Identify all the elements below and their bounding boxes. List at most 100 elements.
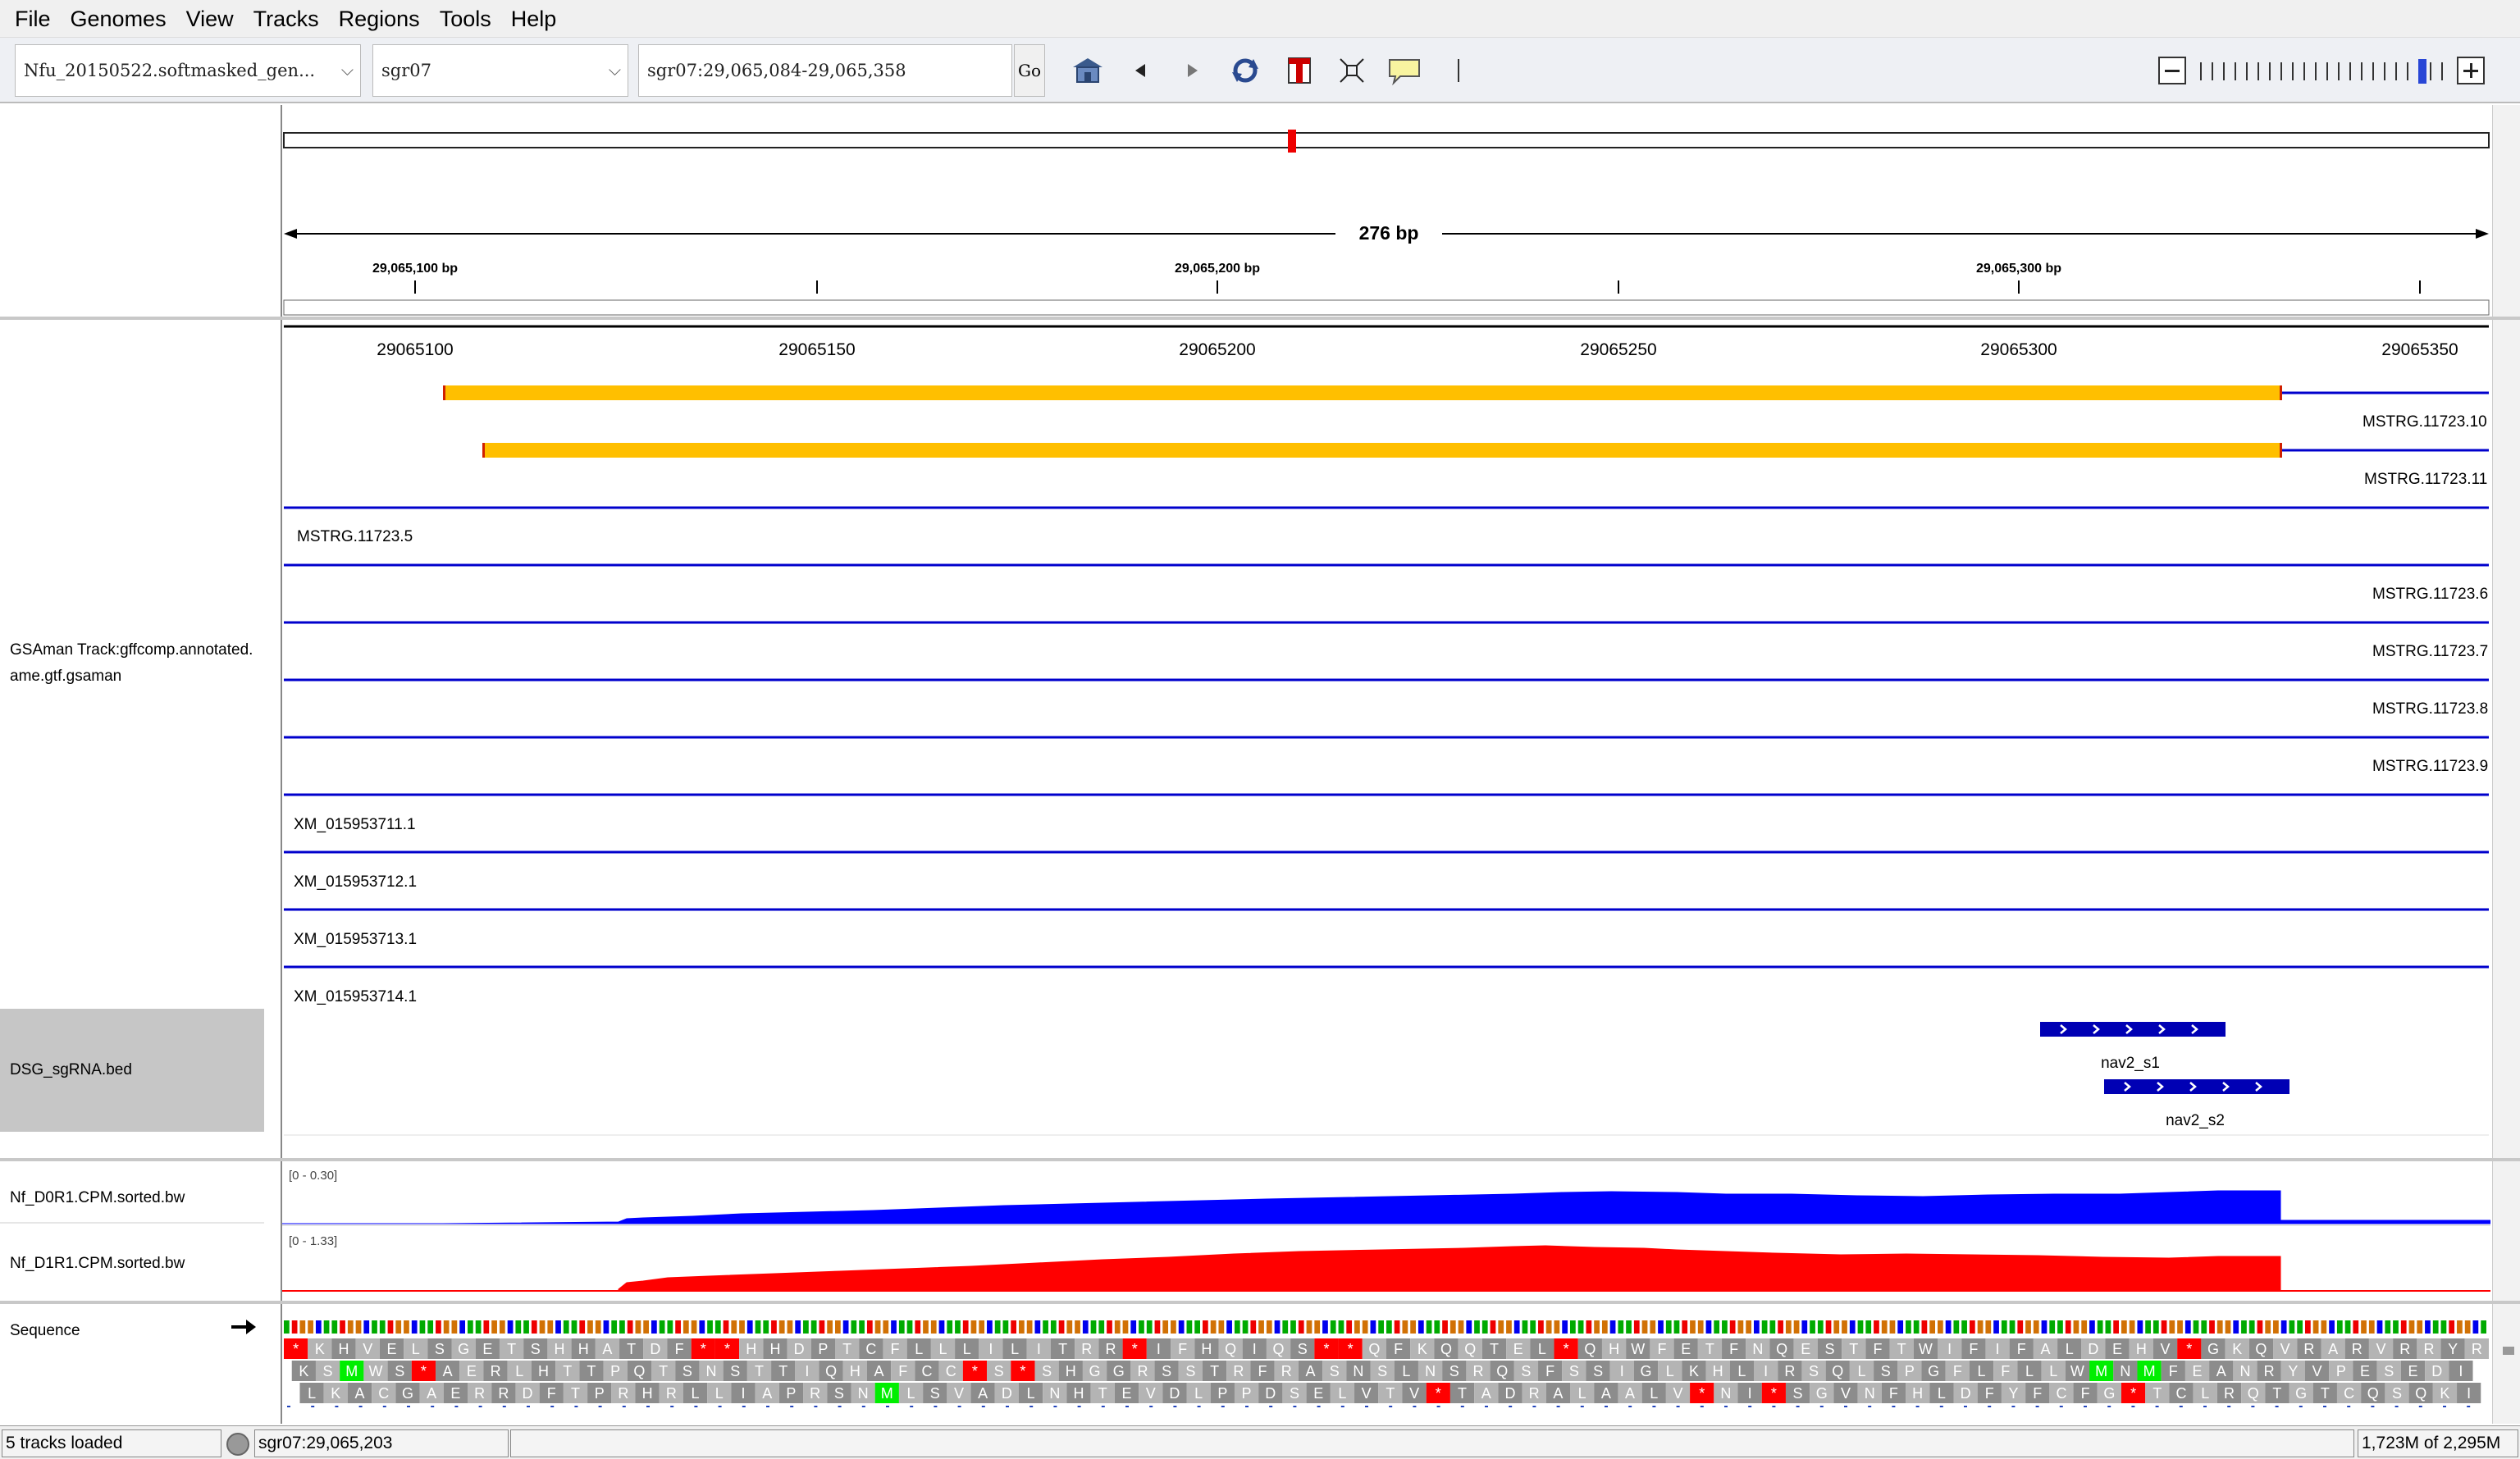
svg-text:*: * bbox=[2130, 1385, 2136, 1402]
transcript-feature[interactable]: MSTRG.11723.11 bbox=[482, 443, 2489, 488]
bed-feature-nav2-s1[interactable]: nav2_s1 bbox=[2040, 1022, 2226, 1072]
zoom-tick[interactable] bbox=[2258, 62, 2259, 80]
menu-tracks[interactable]: Tracks bbox=[244, 0, 329, 38]
zoom-tick[interactable] bbox=[2430, 62, 2431, 80]
gsaman-track-name[interactable]: GSAman Track:gffcomp.annotated. bbox=[10, 641, 253, 659]
menu-file[interactable]: File bbox=[5, 0, 61, 38]
svg-text:*: * bbox=[293, 1341, 299, 1357]
header-scrollbar[interactable] bbox=[2492, 105, 2520, 317]
sequence-track-name[interactable]: Sequence bbox=[10, 1322, 80, 1340]
zoom-tick[interactable] bbox=[2223, 62, 2225, 80]
svg-text:L: L bbox=[2049, 1363, 2057, 1379]
memory-status[interactable]: 1,723M of 2,295M bbox=[2358, 1429, 2518, 1457]
svg-text:D: D bbox=[1002, 1385, 1012, 1402]
svg-text:K: K bbox=[299, 1363, 308, 1379]
transcript-label[interactable]: XM_015953714.1 bbox=[294, 988, 417, 1005]
zoom-tick[interactable] bbox=[2395, 62, 2397, 80]
bed-track-name[interactable]: DSG_sgRNA.bed bbox=[10, 1061, 132, 1079]
transcript-label[interactable]: MSTRG.11723.8 bbox=[2372, 700, 2488, 718]
strand-arrow-icon[interactable] bbox=[230, 1317, 258, 1341]
zoom-tick[interactable] bbox=[2349, 62, 2351, 80]
transcript-label[interactable]: XM_015953712.1 bbox=[294, 873, 417, 891]
coverage-track-name-d1[interactable]: Nf_D1R1.CPM.sorted.bw bbox=[10, 1255, 185, 1273]
zoom-tick[interactable] bbox=[2384, 62, 2385, 80]
transcript-label[interactable]: MSTRG.11723.7 bbox=[2372, 643, 2488, 660]
zoom-tick[interactable] bbox=[2338, 62, 2340, 80]
svg-text:*: * bbox=[1699, 1385, 1705, 1402]
zoom-tick[interactable] bbox=[2303, 62, 2305, 80]
svg-text:S: S bbox=[1809, 1363, 1819, 1379]
transcript-label[interactable]: MSTRG.11723.5 bbox=[297, 528, 413, 545]
zoom-tick[interactable] bbox=[2269, 62, 2271, 80]
bed-feature-nav2-s2[interactable]: nav2_s2 bbox=[2104, 1079, 2289, 1129]
svg-text:I: I bbox=[1037, 1341, 1041, 1357]
sequence-scrollbar[interactable] bbox=[2492, 1304, 2520, 1424]
menu-genomes[interactable]: Genomes bbox=[61, 0, 176, 38]
coverage-d1-area[interactable] bbox=[282, 1245, 2281, 1292]
svg-text:I: I bbox=[1947, 1341, 1952, 1357]
gsaman-track-name-cont[interactable]: ame.gtf.gsaman bbox=[10, 668, 121, 686]
transcript-feature[interactable]: MSTRG.11723.10 bbox=[443, 385, 2489, 431]
svg-text:R: R bbox=[1473, 1363, 1484, 1379]
svg-text:D: D bbox=[1504, 1385, 1515, 1402]
zoom-tick[interactable] bbox=[2280, 62, 2282, 80]
zoom-tick[interactable] bbox=[2326, 62, 2328, 80]
menu-help[interactable]: Help bbox=[501, 0, 567, 38]
popup-info-icon[interactable] bbox=[1386, 54, 1422, 87]
zoom-tick[interactable] bbox=[2361, 62, 2362, 80]
go-button[interactable]: Go bbox=[1014, 44, 1045, 97]
roi-icon[interactable] bbox=[1281, 54, 1317, 87]
menu-view[interactable]: View bbox=[176, 0, 244, 38]
menu-tools[interactable]: Tools bbox=[430, 0, 501, 38]
transcript-label[interactable]: XM_015953711.1 bbox=[294, 816, 416, 833]
zoom-slider[interactable] bbox=[2157, 54, 2486, 87]
chromosome-ideogram[interactable] bbox=[283, 132, 2490, 148]
zoom-tick[interactable] bbox=[2292, 62, 2294, 80]
feature-scrollbar[interactable] bbox=[2492, 320, 2520, 1158]
svg-text:R: R bbox=[498, 1385, 509, 1402]
refresh-icon[interactable] bbox=[1227, 54, 1263, 87]
svg-text:T: T bbox=[1705, 1341, 1714, 1357]
transcript-label[interactable]: XM_015953713.1 bbox=[294, 931, 417, 948]
svg-text:R: R bbox=[2303, 1341, 2314, 1357]
zoom-tick[interactable] bbox=[2407, 62, 2408, 80]
svg-text:E: E bbox=[386, 1341, 396, 1357]
svg-text:Q: Q bbox=[2248, 1385, 2259, 1402]
transcript-label[interactable]: MSTRG.11723.9 bbox=[2372, 758, 2488, 775]
zoom-tick[interactable] bbox=[2235, 62, 2236, 80]
back-icon[interactable] bbox=[1122, 54, 1158, 87]
genome-dropdown[interactable]: Nfu_20150522.softmasked_gen... ⌵ bbox=[15, 44, 361, 97]
chromosome-dropdown[interactable]: sgr07 ⌵ bbox=[372, 44, 628, 97]
coverage-scrollbar[interactable] bbox=[2492, 1161, 2520, 1301]
coverage-track-name-d0[interactable]: Nf_D0R1.CPM.sorted.bw bbox=[10, 1189, 185, 1207]
svg-text:H: H bbox=[339, 1341, 349, 1357]
zoom-tick[interactable] bbox=[2212, 62, 2213, 80]
zoom-out-icon[interactable] bbox=[2158, 57, 2186, 84]
svg-text:L: L bbox=[308, 1385, 316, 1402]
svg-text:L: L bbox=[1194, 1385, 1203, 1402]
svg-text:T: T bbox=[587, 1363, 596, 1379]
svg-text:N: N bbox=[1752, 1341, 1763, 1357]
resize-to-fit-icon[interactable] bbox=[1334, 54, 1370, 87]
svg-text:N: N bbox=[2239, 1363, 2250, 1379]
transcript-label[interactable]: MSTRG.11723.6 bbox=[2372, 586, 2488, 603]
zoom-level-thumb[interactable] bbox=[2418, 59, 2426, 84]
svg-text:R: R bbox=[1281, 1363, 1292, 1379]
svg-text:H: H bbox=[746, 1341, 756, 1357]
zoom-tick[interactable] bbox=[2372, 62, 2374, 80]
home-icon[interactable] bbox=[1070, 54, 1106, 87]
zoom-tick[interactable] bbox=[2200, 62, 2202, 80]
svg-text:F: F bbox=[1178, 1341, 1187, 1357]
svg-text:T: T bbox=[627, 1341, 636, 1357]
coverage-d0-area[interactable] bbox=[282, 1190, 2490, 1224]
locus-input[interactable]: sgr07:29,065,084-29,065,358 bbox=[638, 44, 1012, 97]
zoom-tick[interactable] bbox=[2441, 62, 2443, 80]
svg-text:R: R bbox=[2224, 1385, 2235, 1402]
zoom-tick[interactable] bbox=[2315, 62, 2317, 80]
zoom-tick[interactable] bbox=[2246, 62, 2248, 80]
forward-icon[interactable] bbox=[1175, 54, 1211, 87]
svg-text:E: E bbox=[1121, 1385, 1131, 1402]
zoom-in-icon[interactable] bbox=[2457, 57, 2485, 84]
svg-text:W: W bbox=[369, 1363, 383, 1379]
menu-regions[interactable]: Regions bbox=[329, 0, 430, 38]
